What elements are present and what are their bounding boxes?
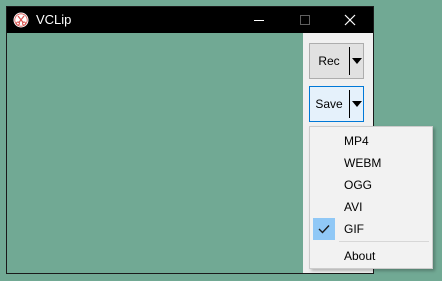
menu-item-label: MP4 — [344, 134, 369, 148]
menu-item-label: AVI — [344, 200, 363, 214]
rec-dropdown-button[interactable] — [351, 44, 363, 78]
checkmark-icon — [313, 218, 335, 240]
title-bar[interactable]: VCLip — [7, 7, 373, 33]
minimize-icon — [254, 20, 264, 21]
capture-area[interactable] — [7, 33, 303, 273]
triangle-down-icon — [352, 58, 362, 64]
triangle-down-icon — [352, 101, 362, 107]
rec-split-button: Rec — [309, 43, 364, 79]
close-icon — [344, 14, 356, 26]
menu-item-gif[interactable]: GIF — [311, 218, 431, 240]
save-split-button: Save — [309, 86, 364, 122]
close-button[interactable] — [327, 7, 373, 33]
menu-separator — [339, 241, 429, 242]
save-button[interactable]: Save — [310, 87, 348, 121]
split-divider — [349, 90, 350, 118]
menu-item-label: About — [344, 249, 376, 263]
menu-item-mp4[interactable]: MP4 — [311, 130, 431, 152]
save-format-menu: MP4 WEBM OGG AVI GIF About — [309, 126, 433, 269]
menu-item-label: GIF — [344, 222, 364, 236]
save-dropdown-button[interactable] — [351, 87, 363, 121]
menu-item-label: OGG — [344, 178, 373, 192]
rec-button[interactable]: Rec — [310, 44, 348, 78]
menu-item-ogg[interactable]: OGG — [311, 174, 431, 196]
window-title: VCLip — [36, 12, 72, 27]
menu-item-avi[interactable]: AVI — [311, 196, 431, 218]
maximize-button[interactable] — [282, 7, 328, 33]
maximize-icon — [300, 15, 310, 25]
menu-item-webm[interactable]: WEBM — [311, 152, 431, 174]
scissors-icon — [13, 12, 29, 28]
menu-item-about[interactable]: About — [311, 245, 431, 267]
menu-item-label: WEBM — [344, 156, 382, 170]
minimize-button[interactable] — [236, 7, 282, 33]
split-divider — [349, 47, 350, 75]
